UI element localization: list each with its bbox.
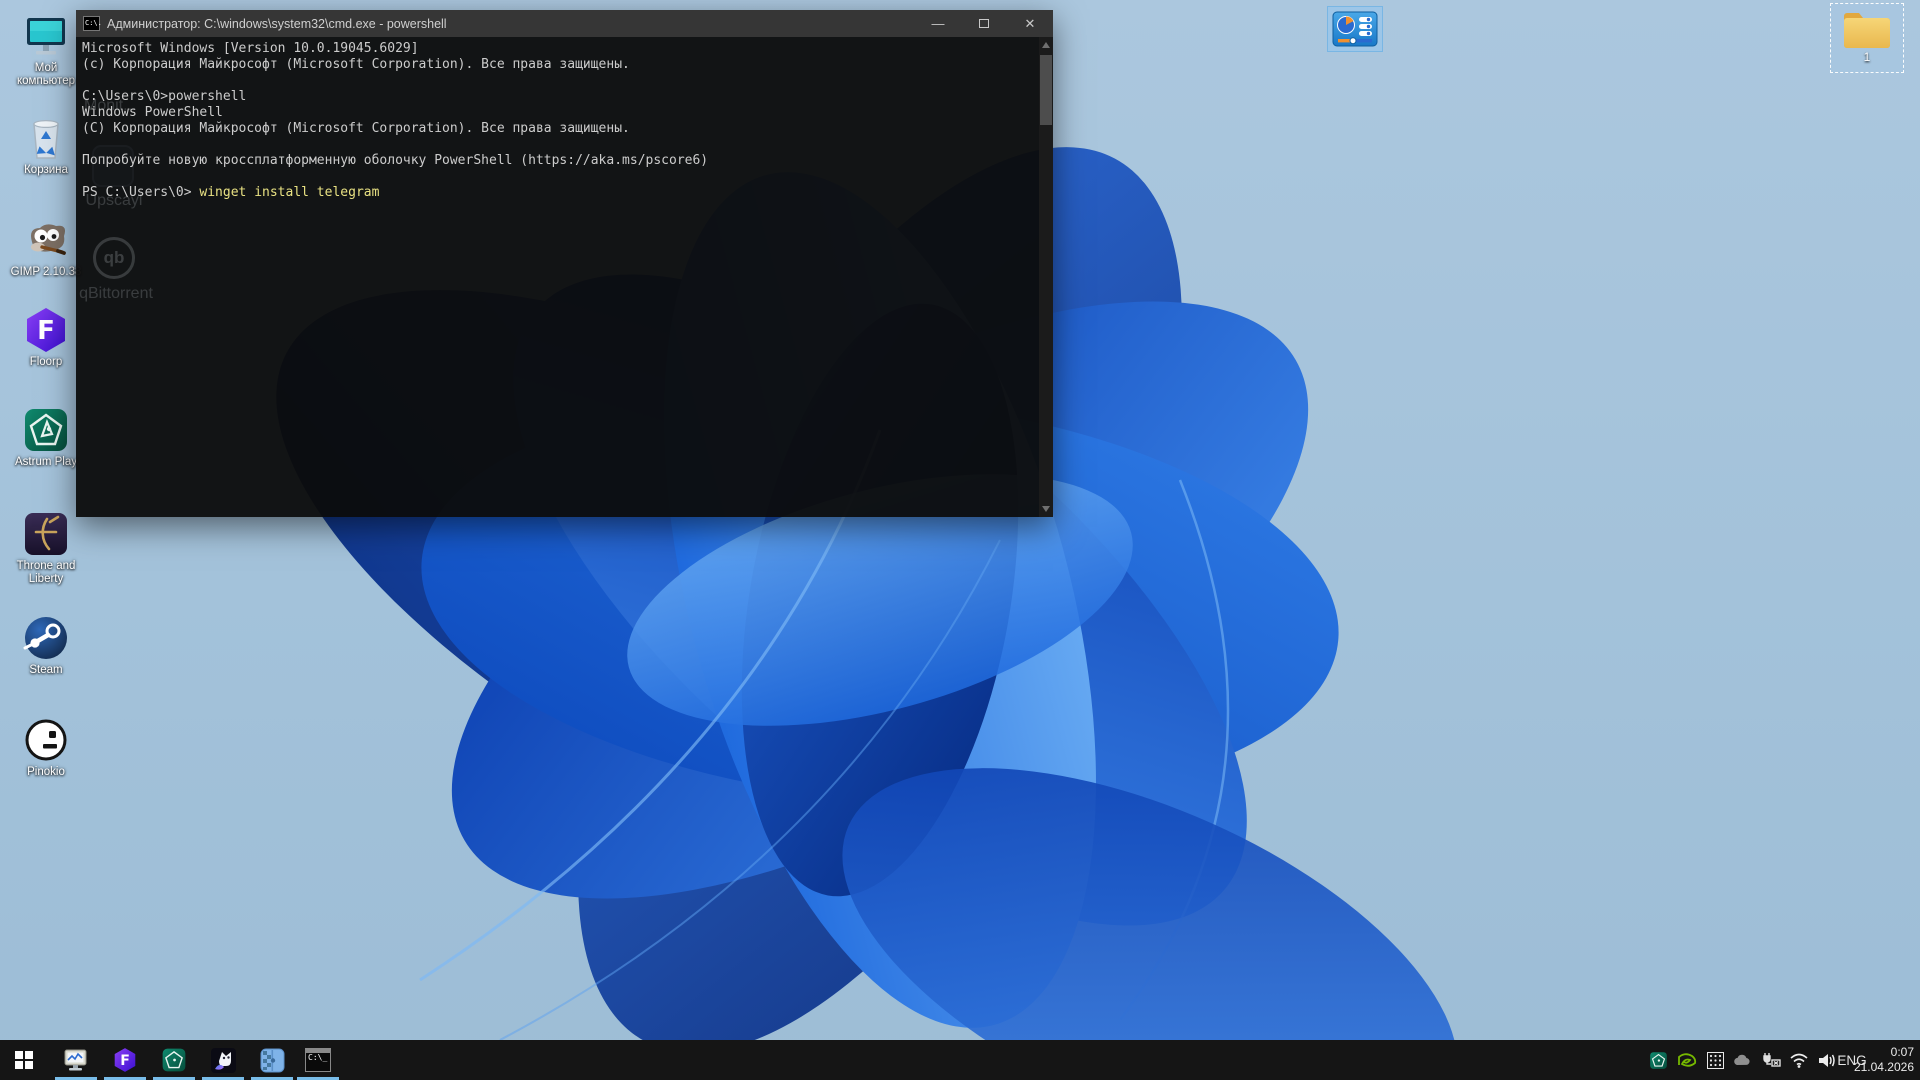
terminal-titlebar[interactable]: C:\. Администратор: C:\windows\system32\…: [76, 10, 1053, 37]
taskbar-blue-tile-app[interactable]: [249, 1040, 295, 1080]
windows-logo-icon: [15, 1051, 33, 1069]
clock[interactable]: 0:07 21.04.2026: [1862, 1040, 1914, 1080]
terminal-line: [82, 169, 708, 185]
tray-nvidia-icon[interactable]: [1674, 1040, 1700, 1080]
terminal-line: Попробуйте новую кроссплатформенную обол…: [82, 153, 708, 169]
terminal-line: Windows PowerShell: [82, 105, 708, 121]
desktop-icon-floorp[interactable]: F Floorp: [6, 306, 86, 369]
maximize-icon: [979, 19, 989, 28]
running-indicator: [297, 1077, 339, 1080]
clock-date: 21.04.2026: [1854, 1060, 1914, 1075]
running-indicator: [104, 1077, 146, 1080]
desktop-icon-label: Pinokio: [27, 766, 65, 779]
cmd-icon: C:\.: [83, 16, 100, 31]
taskbar: F: [0, 1040, 1920, 1080]
desktop-icon-folder-1[interactable]: 1: [1830, 3, 1904, 73]
taskbar-system-monitor-app[interactable]: [53, 1040, 99, 1080]
clock-time: 0:07: [1891, 1045, 1914, 1060]
steam-icon: [22, 614, 70, 662]
terminal-window: C:\. Администратор: C:\windows\system32\…: [76, 10, 1053, 517]
tray-app-grid-icon[interactable]: [1702, 1040, 1728, 1080]
terminal-prompt-line: PS C:\Users\0> winget install telegram: [82, 185, 708, 201]
terminal-scrollbar[interactable]: [1039, 37, 1053, 517]
desktop-icon-astrum-play[interactable]: Astrum Play: [6, 406, 86, 469]
desktop-icon-recycle-bin[interactable]: Корзина: [6, 114, 86, 177]
astrum-play-icon: [161, 1047, 187, 1073]
terminal-line: (c) Корпорация Майкрософт (Microsoft Cor…: [82, 57, 708, 73]
terminal-body[interactable]: Monit... Upscayl qb qBittorrent Microsof…: [76, 37, 1053, 517]
folder-label: 1: [1864, 50, 1871, 64]
tray-power-plug-icon[interactable]: [1758, 1040, 1784, 1080]
taskbar-floorp-app[interactable]: F: [102, 1040, 148, 1080]
desktop-icon-steam[interactable]: Steam: [6, 614, 86, 677]
desktop-icon-label: GIMP 2.10.38: [11, 266, 82, 279]
svg-text:F: F: [120, 1053, 130, 1069]
floorp-icon: F: [112, 1047, 138, 1073]
minimize-icon: —: [932, 16, 945, 31]
ghost-qbittorrent-label: qBittorrent: [76, 285, 156, 303]
taskbar-cmd-app[interactable]: C:\_: [295, 1040, 341, 1080]
blue-tile-icon: [259, 1047, 286, 1074]
terminal-title: Администратор: C:\windows\system32\cmd.e…: [107, 17, 447, 31]
terminal-line: (C) Корпорация Майкрософт (Microsoft Cor…: [82, 121, 708, 137]
terminal-output: Microsoft Windows [Version 10.0.19045.60…: [82, 41, 708, 201]
running-indicator: [153, 1077, 195, 1080]
desktop: Мой компьютер Корзина: [0, 0, 1920, 1080]
tray-wifi-icon[interactable]: [1786, 1040, 1812, 1080]
running-indicator: [251, 1077, 293, 1080]
taskbar-astrum-play-app[interactable]: [151, 1040, 197, 1080]
desktop-icon-label: Мой компьютер: [7, 62, 85, 88]
floorp-letter: F: [37, 316, 55, 346]
terminal-line: Microsoft Windows [Version 10.0.19045.60…: [82, 41, 708, 57]
throne-and-liberty-icon: [22, 510, 70, 558]
desktop-icon-label: Корзина: [24, 164, 68, 177]
desktop-icon-pinokio[interactable]: Pinokio: [6, 716, 86, 779]
running-indicator: [55, 1077, 97, 1080]
prompt-text: PS C:\Users\0>: [82, 185, 199, 200]
ghost-qbittorrent-icon: qb: [93, 237, 135, 279]
start-button[interactable]: [1, 1040, 47, 1080]
pinokio-icon: [22, 716, 70, 764]
desktop-icon-throne-and-liberty[interactable]: Throne and Liberty: [6, 510, 86, 586]
desktop-icon-label: Astrum Play: [15, 456, 77, 469]
desktop-icon-control-panel[interactable]: [1327, 6, 1383, 52]
system-monitor-icon: [63, 1047, 90, 1074]
close-icon: ✕: [1025, 16, 1036, 32]
scrollbar-thumb[interactable]: [1040, 55, 1052, 125]
my-computer-icon: [22, 12, 70, 60]
tray-astrum-icon[interactable]: [1645, 1040, 1671, 1080]
cat-character-icon: [210, 1047, 237, 1074]
control-panel-icon: [1332, 11, 1378, 47]
minimize-button[interactable]: —: [915, 10, 961, 37]
recycle-bin-icon: [22, 114, 70, 162]
desktop-icon-label: Throne and Liberty: [7, 560, 85, 586]
close-button[interactable]: ✕: [1007, 10, 1053, 37]
typed-command: winget install telegram: [199, 185, 379, 200]
desktop-icon-gimp[interactable]: GIMP 2.10.38: [6, 216, 86, 279]
running-indicator: [202, 1077, 244, 1080]
desktop-icon-label: Floorp: [30, 356, 63, 369]
maximize-button[interactable]: [961, 10, 1007, 37]
cmd-icon: C:\_: [305, 1048, 331, 1072]
taskbar-cat-character-app[interactable]: [200, 1040, 246, 1080]
terminal-line: C:\Users\0>powershell: [82, 89, 708, 105]
gimp-icon: [22, 216, 70, 264]
desktop-icon-my-computer[interactable]: Мой компьютер: [6, 12, 86, 88]
tray-cloud-icon[interactable]: [1730, 1040, 1756, 1080]
astrum-play-icon: [22, 406, 70, 454]
scroll-up-icon[interactable]: [1042, 42, 1050, 48]
terminal-line: [82, 73, 708, 89]
floorp-icon: F: [22, 306, 70, 354]
scroll-down-icon[interactable]: [1042, 506, 1050, 512]
folder-icon: [1841, 8, 1893, 50]
terminal-line: [82, 137, 708, 153]
desktop-icon-label: Steam: [29, 664, 62, 677]
